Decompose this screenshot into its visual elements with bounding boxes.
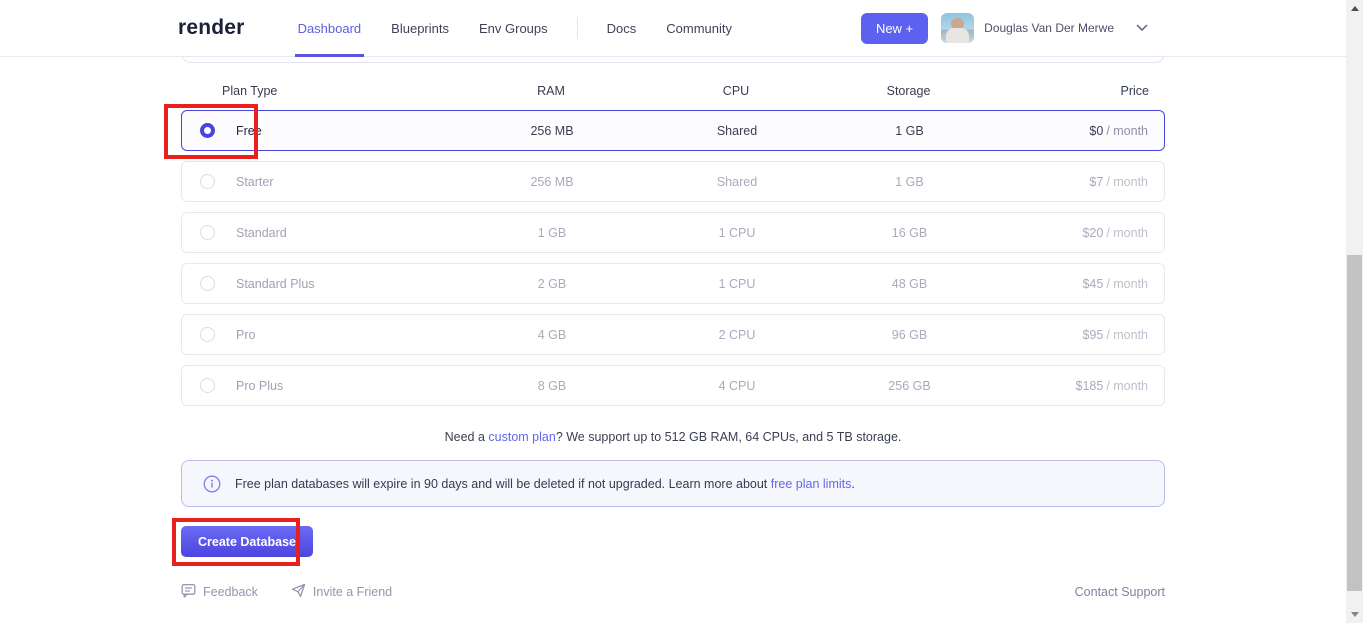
cpu-value: Shared bbox=[652, 124, 822, 138]
price-amount: $45 bbox=[1082, 277, 1103, 291]
price-period: / month bbox=[1106, 328, 1148, 342]
user-menu-name[interactable]: Douglas Van Der Merwe bbox=[984, 21, 1114, 35]
radio-unselected[interactable] bbox=[200, 225, 215, 240]
price-period: / month bbox=[1106, 379, 1148, 393]
ram-value: 256 MB bbox=[452, 124, 652, 138]
nav-tab-dashboard[interactable]: Dashboard bbox=[297, 0, 363, 56]
top-navbar: render Dashboard Blueprints Env Groups D… bbox=[0, 0, 1346, 57]
plan-table-header: Plan Type RAM CPU Storage Price bbox=[181, 78, 1165, 104]
feedback-icon bbox=[181, 583, 196, 601]
nav-tab-blueprints[interactable]: Blueprints bbox=[390, 0, 450, 56]
price-period: / month bbox=[1106, 175, 1148, 189]
col-header-ram: RAM bbox=[451, 84, 651, 98]
chevron-down-icon[interactable] bbox=[1136, 24, 1148, 32]
radio-unselected[interactable] bbox=[200, 276, 215, 291]
free-plan-notice-banner: Free plan databases will expire in 90 da… bbox=[181, 460, 1165, 507]
storage-value: 1 GB bbox=[822, 124, 997, 138]
plan-row-pro[interactable]: Pro 4 GB 2 CPU 96 GB $95/ month bbox=[181, 314, 1165, 355]
main-nav: Dashboard Blueprints Env Groups Docs Com… bbox=[297, 0, 733, 56]
ram-value: 256 MB bbox=[452, 175, 652, 189]
create-database-button[interactable]: Create Database bbox=[181, 526, 313, 557]
plan-name: Standard bbox=[236, 226, 287, 240]
storage-value: 96 GB bbox=[822, 328, 997, 342]
contact-support-link[interactable]: Contact Support bbox=[1075, 585, 1165, 599]
scrollbar-up-arrow[interactable] bbox=[1346, 0, 1363, 17]
price-amount: $0 bbox=[1089, 124, 1103, 138]
main-content: Plan Type RAM CPU Storage Price Free 256… bbox=[181, 0, 1165, 623]
ram-value: 4 GB bbox=[452, 328, 652, 342]
plan-name: Pro bbox=[236, 328, 255, 342]
plan-row-free[interactable]: Free 256 MB Shared 1 GB $0/ month bbox=[181, 110, 1165, 151]
price-amount: $185 bbox=[1076, 379, 1104, 393]
ram-value: 8 GB bbox=[452, 379, 652, 393]
cpu-value: 1 CPU bbox=[652, 226, 822, 240]
radio-unselected[interactable] bbox=[200, 174, 215, 189]
new-button[interactable]: New + bbox=[861, 13, 928, 44]
col-header-price: Price bbox=[996, 84, 1165, 98]
storage-value: 256 GB bbox=[822, 379, 997, 393]
cpu-value: 2 CPU bbox=[652, 328, 822, 342]
storage-value: 1 GB bbox=[822, 175, 997, 189]
nav-tab-env-groups[interactable]: Env Groups bbox=[478, 0, 549, 56]
header-right-group: New + Douglas Van Der Merwe bbox=[861, 0, 1148, 56]
page-footer: Feedback Invite a Friend Contact Support bbox=[181, 583, 1165, 601]
storage-value: 48 GB bbox=[822, 277, 997, 291]
feedback-button[interactable]: Feedback bbox=[181, 583, 258, 601]
custom-plan-link[interactable]: custom plan bbox=[488, 430, 555, 444]
plan-table-rows: Free 256 MB Shared 1 GB $0/ month Starte… bbox=[181, 110, 1165, 416]
nav-tab-community[interactable]: Community bbox=[665, 0, 733, 56]
plan-row-pro-plus[interactable]: Pro Plus 8 GB 4 CPU 256 GB $185/ month bbox=[181, 365, 1165, 406]
cpu-value: 1 CPU bbox=[652, 277, 822, 291]
vertical-scrollbar[interactable] bbox=[1346, 0, 1363, 623]
col-header-cpu: CPU bbox=[651, 84, 821, 98]
plan-row-standard[interactable]: Standard 1 GB 1 CPU 16 GB $20/ month bbox=[181, 212, 1165, 253]
radio-unselected[interactable] bbox=[200, 327, 215, 342]
scrollbar-thumb[interactable] bbox=[1347, 255, 1362, 591]
custom-plan-note: Need a custom plan? We support up to 512… bbox=[181, 430, 1165, 444]
col-header-storage: Storage bbox=[821, 84, 996, 98]
user-avatar[interactable] bbox=[941, 13, 974, 43]
ram-value: 2 GB bbox=[452, 277, 652, 291]
nav-tab-docs[interactable]: Docs bbox=[606, 0, 638, 56]
render-logo[interactable]: render bbox=[178, 16, 245, 40]
cpu-value: Shared bbox=[652, 175, 822, 189]
col-header-plan-type: Plan Type bbox=[181, 84, 451, 98]
radio-unselected[interactable] bbox=[200, 378, 215, 393]
paper-plane-icon bbox=[291, 583, 306, 601]
notice-text: Free plan databases will expire in 90 da… bbox=[235, 477, 767, 491]
price-period: / month bbox=[1106, 277, 1148, 291]
invite-friend-button[interactable]: Invite a Friend bbox=[291, 583, 392, 601]
info-icon bbox=[203, 475, 221, 493]
storage-value: 16 GB bbox=[822, 226, 997, 240]
plan-name: Starter bbox=[236, 175, 274, 189]
plan-row-standard-plus[interactable]: Standard Plus 2 GB 1 CPU 48 GB $45/ mont… bbox=[181, 263, 1165, 304]
plan-name: Pro Plus bbox=[236, 379, 283, 393]
ram-value: 1 GB bbox=[452, 226, 652, 240]
price-period: / month bbox=[1106, 124, 1148, 138]
radio-selected[interactable] bbox=[200, 123, 215, 138]
nav-divider bbox=[577, 17, 578, 39]
price-period: / month bbox=[1106, 226, 1148, 240]
free-plan-limits-link[interactable]: free plan limits bbox=[771, 477, 852, 491]
cpu-value: 4 CPU bbox=[652, 379, 822, 393]
scrollbar-down-arrow[interactable] bbox=[1346, 606, 1363, 623]
plan-name: Standard Plus bbox=[236, 277, 315, 291]
plan-name: Free bbox=[236, 124, 262, 138]
plan-row-starter[interactable]: Starter 256 MB Shared 1 GB $7/ month bbox=[181, 161, 1165, 202]
price-amount: $95 bbox=[1082, 328, 1103, 342]
price-amount: $7 bbox=[1089, 175, 1103, 189]
price-amount: $20 bbox=[1082, 226, 1103, 240]
